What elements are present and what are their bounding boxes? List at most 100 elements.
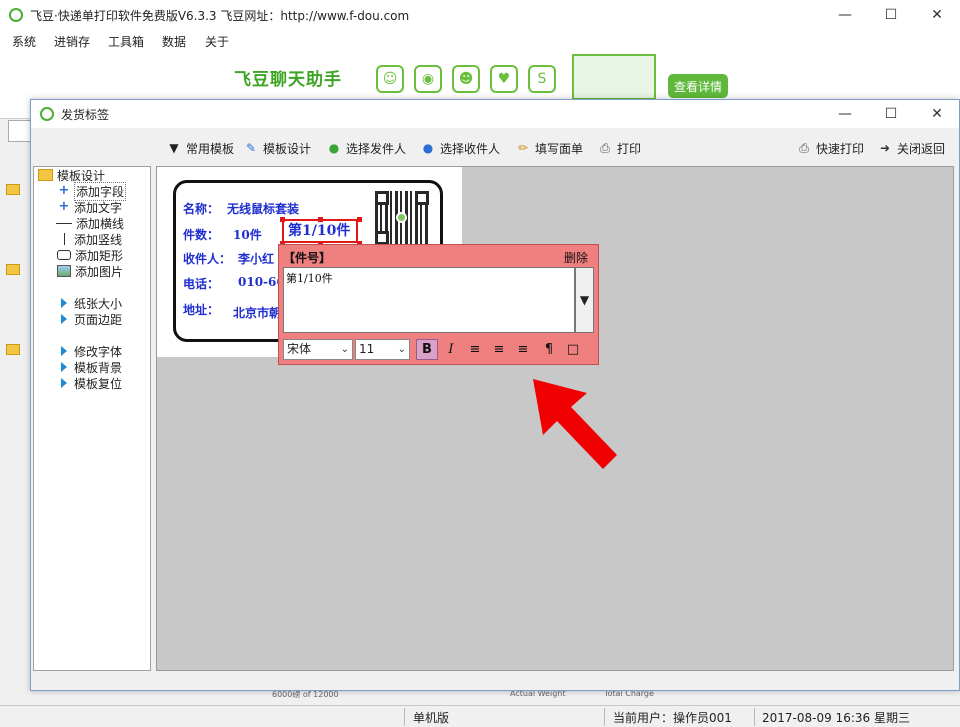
chevron-down-icon: ⌄: [340, 344, 349, 355]
font-family-select[interactable]: 宋体 ⌄: [283, 339, 353, 360]
address-field-value[interactable]: 北京市朝: [233, 304, 281, 321]
menu-inventory[interactable]: 进销存: [54, 33, 90, 50]
align-right-button[interactable]: ≡: [512, 339, 534, 360]
quick-print-button[interactable]: ⎙ 快速打印: [796, 138, 864, 158]
resize-handle[interactable]: [357, 217, 362, 222]
name-field-label[interactable]: 名称：: [183, 200, 219, 217]
resize-handle[interactable]: [318, 217, 323, 222]
dialog-title: 发货标签: [61, 108, 110, 122]
name-field-value[interactable]: 无线鼠标套装: [227, 200, 299, 217]
close-return-label: 关闭返回: [897, 141, 946, 156]
banner-screenshot: [572, 54, 656, 100]
tree-item-add-vline[interactable]: 添加竖线: [58, 231, 122, 247]
tree-item-add-image[interactable]: 添加图片: [57, 263, 123, 279]
template-design-label: 模板设计: [263, 141, 312, 156]
qq-icon: ☺: [376, 65, 404, 93]
address-field-label[interactable]: 地址：: [183, 301, 219, 318]
main-titlebar: 飞豆·快递单打印软件免费版V6.3.3 飞豆网址：http://www.f-do…: [0, 0, 960, 30]
quick-print-label: 快速打印: [816, 141, 865, 156]
status-separator: [404, 708, 405, 726]
dialog-maximize-button[interactable]: ☐: [868, 100, 914, 128]
align-center-button[interactable]: ≡: [488, 339, 510, 360]
menu-about[interactable]: 关于: [205, 33, 229, 50]
tree-item-label: 添加文字: [74, 200, 123, 215]
fill-waybill-button[interactable]: ✏ 填写面单: [515, 138, 583, 158]
arrow-down-icon: ▼: [579, 293, 590, 307]
tree-item-change-font[interactable]: 修改字体: [58, 343, 122, 359]
minimize-button[interactable]: —: [822, 0, 868, 30]
sender-person-icon: ●: [328, 141, 340, 155]
skype-icon: S: [528, 65, 556, 93]
menu-data[interactable]: 数据: [162, 33, 186, 50]
tree-item-add-field[interactable]: + 添加字段: [58, 181, 127, 201]
align-left-button[interactable]: ≡: [464, 339, 486, 360]
tree-item-template-background[interactable]: 模板背景: [58, 359, 122, 375]
tree-item-add-hline[interactable]: 添加横线: [56, 215, 124, 231]
dialog-close-button[interactable]: ✕: [914, 100, 960, 128]
add-field-plus-icon: +: [58, 183, 70, 198]
picture-icon: [57, 265, 71, 277]
count-field-value[interactable]: 10件: [233, 226, 262, 243]
cow-icon: ♥: [490, 65, 518, 93]
pen-icon: ✏: [517, 141, 529, 155]
fill-waybill-label: 填写面单: [535, 141, 584, 156]
font-size-value: 11: [359, 342, 375, 356]
phone-field-label[interactable]: 电话：: [183, 275, 219, 292]
expand-triangle-icon: [61, 298, 67, 308]
editor-scroll-down-button[interactable]: ▼: [575, 267, 594, 333]
expand-triangle-icon: [61, 362, 67, 372]
tree-item-template-reset[interactable]: 模板复位: [58, 375, 122, 391]
recipient-field-value[interactable]: 李小红: [238, 250, 274, 267]
fit-frame-button[interactable]: □: [562, 339, 584, 360]
count-field-label[interactable]: 件数：: [183, 226, 219, 243]
template-design-button[interactable]: ✎ 模板设计: [243, 138, 311, 158]
select-sender-button[interactable]: ● 选择发件人: [326, 138, 406, 158]
view-details-button[interactable]: 查看详情: [668, 74, 728, 98]
status-bar: 单机版 当前用户：操作员001 2017-08-09 16:36 星期三: [0, 705, 960, 727]
tree-item-label: 添加矩形: [75, 248, 124, 263]
select-sender-label: 选择发件人: [346, 141, 407, 156]
delete-field-button[interactable]: 删除: [564, 249, 588, 266]
annotation-arrow-icon: [533, 379, 617, 469]
align-right-icon: ≡: [517, 342, 529, 357]
align-center-icon: ≡: [493, 342, 505, 357]
tree-item-label: 添加横线: [76, 216, 125, 231]
maximize-button[interactable]: ☐: [868, 0, 914, 30]
tree-item-paper-size[interactable]: 纸张大小: [58, 295, 122, 311]
paragraph-button[interactable]: ¶: [538, 339, 560, 360]
field-editor-popup: 【件号】 删除 第1/10件 ▼ 宋体 ⌄ 11 ⌄ B I ≡ ≡ ≡ ¶ □: [278, 244, 599, 365]
print-button[interactable]: ⎙ 打印: [597, 138, 641, 158]
background-folder-icon: [6, 264, 20, 275]
resize-handle[interactable]: [280, 217, 285, 222]
select-recipient-button[interactable]: ● 选择收件人: [420, 138, 500, 158]
select-recipient-label: 选择收件人: [440, 141, 501, 156]
quick-printer-icon: ⎙: [799, 140, 809, 155]
printer-icon: ⎙: [600, 140, 610, 155]
tree-item-add-text[interactable]: + 添加文字: [58, 199, 122, 215]
qr-code-image[interactable]: [375, 191, 429, 245]
vertical-line-icon: [58, 233, 70, 245]
qr-finder: [375, 231, 389, 245]
status-datetime: 2017-08-09 16:36 星期三: [762, 711, 910, 725]
menu-system[interactable]: 系统: [12, 33, 36, 50]
tree-item-add-rect[interactable]: 添加矩形: [57, 247, 123, 263]
recipient-field-label[interactable]: 收件人：: [183, 250, 231, 267]
menu-toolbox[interactable]: 工具箱: [108, 33, 144, 50]
expand-triangle-icon: [61, 346, 67, 356]
close-button[interactable]: ✕: [914, 0, 960, 30]
tree-item-page-margin[interactable]: 页面边距: [58, 311, 122, 327]
dialog-minimize-button[interactable]: —: [822, 100, 868, 128]
font-size-select[interactable]: 11 ⌄: [355, 339, 410, 360]
app-logo-icon: [9, 8, 23, 22]
qr-finder: [375, 191, 389, 205]
common-templates-button[interactable]: ▼ 常用模板: [166, 138, 234, 158]
bold-button[interactable]: B: [416, 339, 438, 360]
close-return-button[interactable]: ➜ 关闭返回: [877, 138, 945, 158]
italic-button[interactable]: I: [440, 339, 462, 360]
package-number-field[interactable]: 第1/10件: [282, 219, 358, 243]
common-templates-label: 常用模板: [186, 141, 235, 156]
design-pencil-icon: ✎: [245, 141, 257, 155]
status-user: 当前用户：操作员001: [613, 711, 732, 725]
field-text-input[interactable]: 第1/10件: [283, 267, 575, 333]
rectangle-icon: [57, 250, 71, 260]
